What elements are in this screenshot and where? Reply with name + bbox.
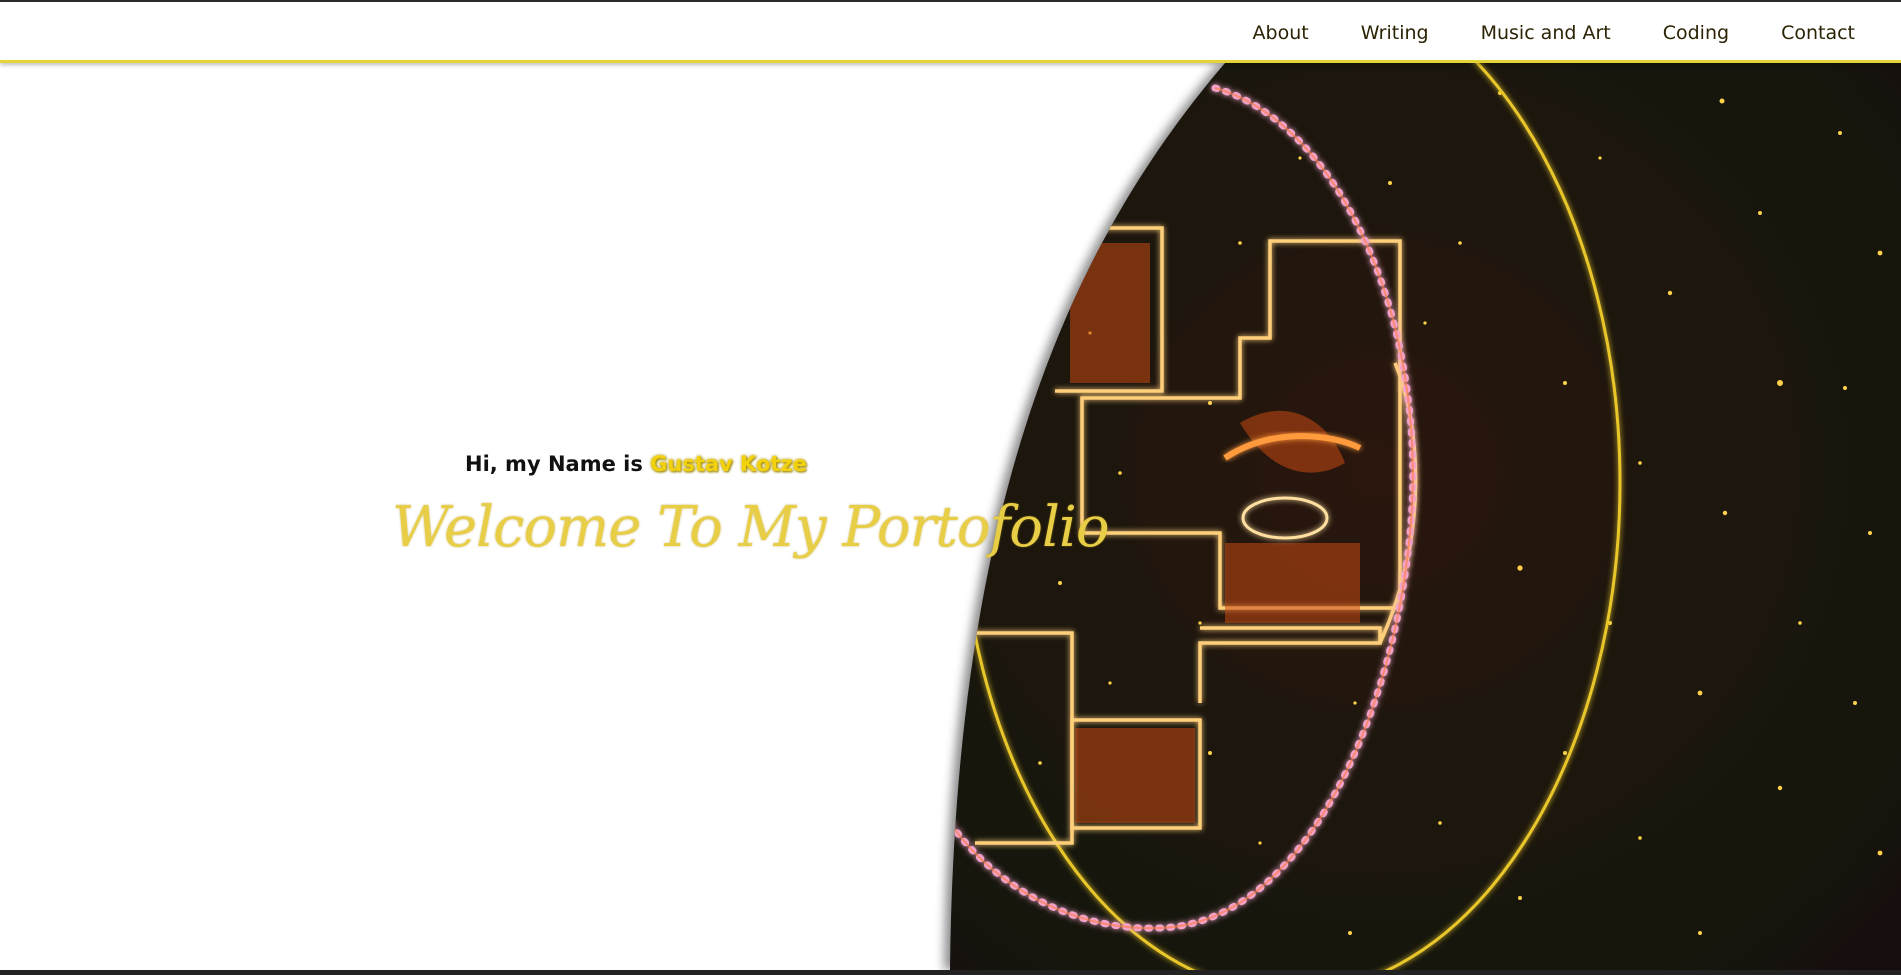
- author-name: Gustav Kotze: [650, 452, 807, 476]
- nav-link-writing[interactable]: Writing: [1335, 22, 1455, 44]
- intro-prefix: Hi, my Name is: [465, 452, 643, 476]
- nav-link-coding[interactable]: Coding: [1637, 22, 1755, 44]
- nav-links: About Writing Music and Art Coding Conta…: [1227, 22, 1855, 44]
- bottom-border: [0, 970, 1901, 975]
- nav-link-contact[interactable]: Contact: [1755, 22, 1855, 44]
- intro-line: Hi, my Name is Gustav Kotze: [465, 452, 807, 476]
- top-navbar: About Writing Music and Art Coding Conta…: [0, 2, 1901, 63]
- nav-link-about[interactable]: About: [1227, 22, 1335, 44]
- welcome-heading: Welcome To My Portofolio: [392, 495, 1110, 560]
- nav-link-music-and-art[interactable]: Music and Art: [1455, 22, 1637, 44]
- page: About Writing Music and Art Coding Conta…: [0, 0, 1901, 975]
